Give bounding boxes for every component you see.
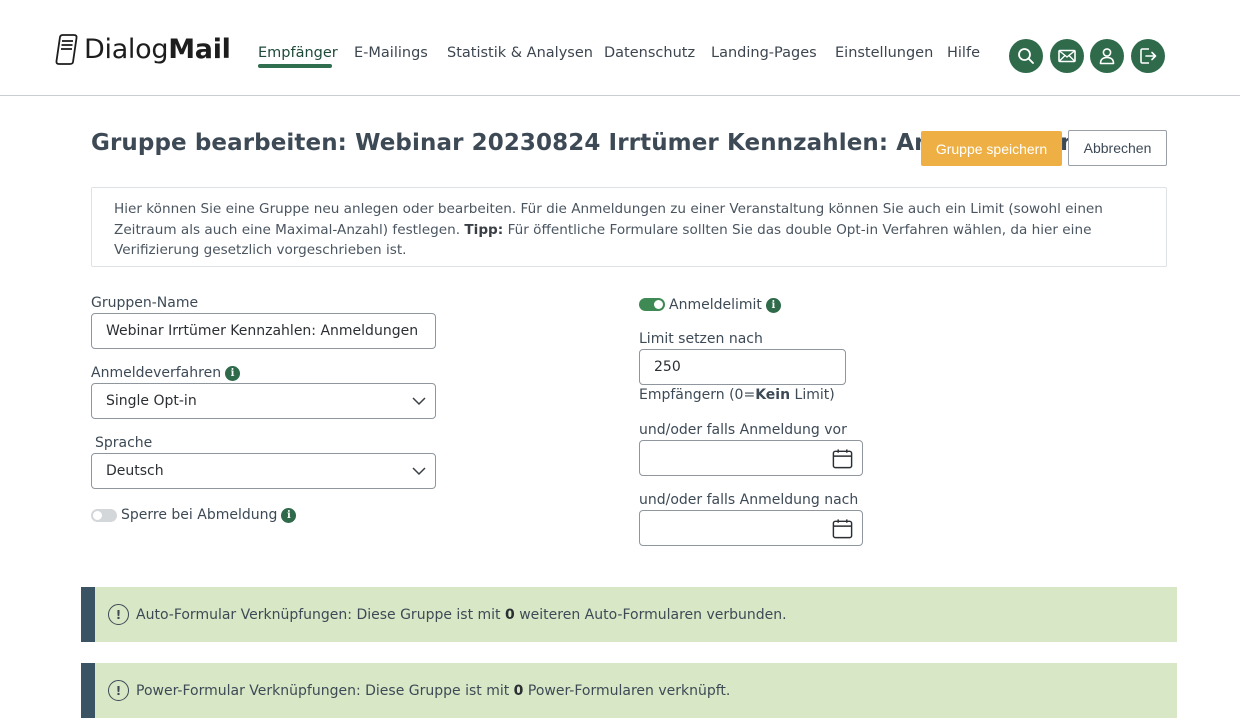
limit-value: 250 bbox=[654, 359, 681, 375]
save-group-button[interactable]: Gruppe speichern bbox=[921, 131, 1062, 166]
exclamation-circle-icon: ! bbox=[108, 680, 129, 701]
nav-hilfe[interactable]: Hilfe bbox=[947, 45, 980, 61]
user-icon bbox=[1099, 48, 1115, 65]
group-name-value: Webinar Irrtümer Kennzahlen: Anmeldungen bbox=[106, 323, 419, 339]
info-tip-label: Tipp: bbox=[464, 221, 504, 238]
cancel-button[interactable]: Abbrechen bbox=[1068, 130, 1167, 166]
toggle-knob bbox=[93, 511, 102, 520]
mail-icon bbox=[1058, 49, 1076, 63]
toggle-knob bbox=[654, 300, 663, 309]
limit-label: Limit setzen nach bbox=[639, 331, 763, 347]
power-form-alert: ! Power-Formular Verknüpfungen: Diese Gr… bbox=[81, 663, 1177, 718]
nav-e-mailings[interactable]: E-Mailings bbox=[354, 45, 428, 61]
before-date-label: und/oder falls Anmeldung vor bbox=[639, 422, 847, 438]
auto-form-alert-text: Auto-Formular Verknüpfungen: Diese Grupp… bbox=[136, 607, 787, 623]
dialogmail-logo[interactable]: DialogMail bbox=[54, 30, 231, 68]
search-button[interactable] bbox=[1009, 39, 1043, 73]
nav-landing-pages[interactable]: Landing-Pages bbox=[711, 45, 817, 61]
after-date-input[interactable] bbox=[639, 510, 863, 546]
phone-logo-icon bbox=[55, 34, 78, 65]
lock-info-icon[interactable]: i bbox=[281, 507, 297, 523]
group-name-label: Gruppen-Name bbox=[91, 295, 199, 311]
after-date-label: und/oder falls Anmeldung nach bbox=[639, 492, 859, 508]
mail-button[interactable] bbox=[1050, 39, 1084, 73]
limit-hint-bold: Kein bbox=[755, 387, 791, 403]
alert-suffix: Power-Formularen verknüpft. bbox=[523, 682, 731, 699]
procedure-label: Anmeldeverfahren i bbox=[91, 365, 241, 381]
user-button[interactable] bbox=[1090, 39, 1124, 73]
group-name-input[interactable]: Webinar Irrtümer Kennzahlen: Anmeldungen bbox=[91, 313, 436, 349]
chevron-down-icon bbox=[412, 397, 426, 406]
limit-hint-suffix: Limit) bbox=[790, 387, 835, 403]
nav-datenschutz[interactable]: Datenschutz bbox=[604, 45, 695, 61]
logout-icon bbox=[1140, 48, 1157, 64]
language-select[interactable]: Deutsch bbox=[91, 453, 436, 489]
limit-input[interactable]: 250 bbox=[639, 349, 846, 385]
alert-count: 0 bbox=[513, 682, 524, 699]
limit-toggle-label: Anmeldelimit i bbox=[669, 297, 781, 313]
limit-info-icon[interactable]: i bbox=[765, 297, 781, 313]
alert-suffix: weiteren Auto-Formularen verbunden. bbox=[514, 606, 787, 623]
nav-empfaenger[interactable]: Empfänger bbox=[258, 45, 338, 61]
lock-label: Sperre bei Abmeldung i bbox=[121, 507, 297, 523]
limit-hint: Empfängern (0=Kein Limit) bbox=[639, 387, 835, 403]
logo-text-bold: Mail bbox=[168, 33, 231, 65]
chevron-down-icon bbox=[412, 467, 426, 476]
alert-prefix: Power-Formular Verknüpfungen: Diese Grup… bbox=[136, 682, 514, 699]
logo-text-light: Dialog bbox=[84, 33, 169, 65]
power-form-alert-text: Power-Formular Verknüpfungen: Diese Grup… bbox=[136, 683, 730, 699]
auto-form-alert: ! Auto-Formular Verknüpfungen: Diese Gru… bbox=[81, 587, 1177, 642]
alert-prefix: Auto-Formular Verknüpfungen: Diese Grupp… bbox=[136, 606, 505, 623]
calendar-icon[interactable] bbox=[831, 447, 854, 470]
procedure-label-text: Anmeldeverfahren bbox=[91, 365, 222, 381]
alert-count: 0 bbox=[505, 606, 515, 623]
nav-active-indicator bbox=[258, 64, 332, 68]
top-header: DialogMail Empfänger E-Mailings Statisti… bbox=[0, 0, 1240, 96]
nav-statistik-analysen[interactable]: Statistik & Analysen bbox=[447, 45, 593, 61]
procedure-value: Single Opt-in bbox=[106, 393, 197, 409]
logout-button[interactable] bbox=[1131, 39, 1165, 73]
before-date-input[interactable] bbox=[639, 440, 863, 476]
procedure-select[interactable]: Single Opt-in bbox=[91, 383, 436, 419]
search-icon bbox=[1018, 48, 1034, 64]
lock-label-text: Sperre bei Abmeldung bbox=[121, 507, 278, 523]
procedure-info-icon[interactable]: i bbox=[225, 365, 241, 381]
exclamation-circle-icon: ! bbox=[108, 604, 129, 625]
limit-toggle[interactable] bbox=[639, 298, 665, 311]
language-label: Sprache bbox=[95, 435, 153, 451]
info-box: Hier können Sie eine Gruppe neu anlegen … bbox=[91, 187, 1167, 267]
language-value: Deutsch bbox=[106, 463, 164, 479]
nav-einstellungen[interactable]: Einstellungen bbox=[835, 45, 933, 61]
calendar-icon[interactable] bbox=[831, 517, 854, 540]
lock-on-unsubscribe-toggle[interactable] bbox=[91, 509, 117, 522]
limit-toggle-text: Anmeldelimit bbox=[669, 297, 762, 313]
limit-hint-prefix: Empfängern (0= bbox=[639, 387, 756, 403]
